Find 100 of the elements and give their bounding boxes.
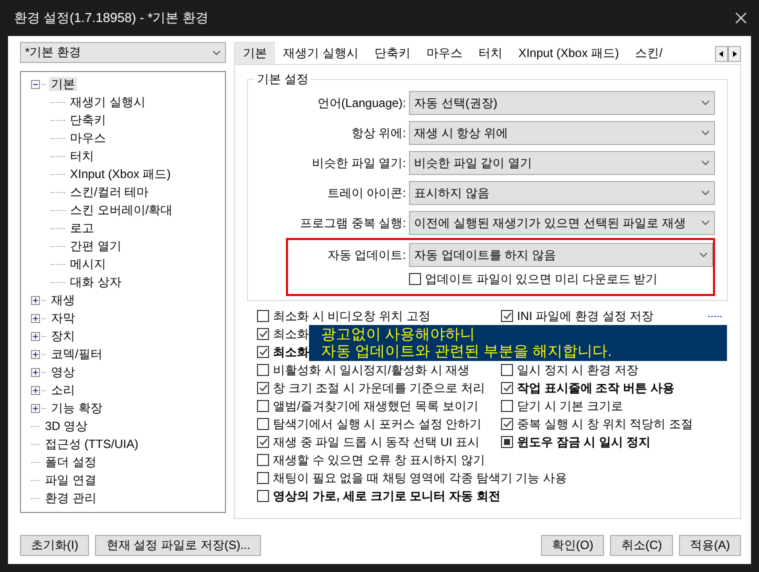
tree-item[interactable]: 기능 확장 [49,400,104,416]
expand-icon[interactable] [31,332,40,340]
tree-item[interactable]: 마우스 [68,130,108,146]
tree-item[interactable]: 장치 [49,328,77,344]
dropdown[interactable]: 이전에 실행된 재생기가 있으면 선택된 파일로 재생 [409,211,715,235]
checkbox[interactable] [257,346,269,358]
checkbox[interactable] [257,436,269,448]
dropdown[interactable]: 비슷한 파일 같이 열기 [409,151,715,175]
profile-dropdown[interactable]: *기본 환경 [20,42,226,63]
checkbox[interactable] [409,273,421,285]
more-icon[interactable] [708,315,722,318]
tab[interactable]: 재생기 실행시 [275,42,366,64]
tree-item[interactable]: 메시지 [68,256,108,272]
checkbox-label: 닫기 시 기본 크기로 [517,398,624,414]
tree-item[interactable]: 코덱/필터 [49,346,104,362]
checkbox-label: 비활성화 시 일시정지/활성화 시 재생 [273,362,470,378]
annotation-text: 자동 업데이트와 관련된 부분을 해지합니다. [321,343,613,360]
chevron-down-icon [701,220,710,226]
scroll-right-button[interactable] [728,46,741,62]
tree-item[interactable]: 3D 영상 [43,418,90,434]
tab[interactable]: 단축키 [366,42,418,64]
tree-item[interactable]: 소리 [49,382,77,398]
expand-icon[interactable] [31,386,40,394]
checkbox-label: 업데이트 파일이 있으면 미리 다운로드 받기 [425,272,658,286]
action-button[interactable]: 초기화(I) [20,535,90,556]
tree-item[interactable]: 간편 열기 [68,238,124,254]
group-title: 기본 설정 [254,72,312,86]
expand-icon[interactable] [31,350,40,358]
checkbox-label: 작업 표시줄에 조작 버튼 사용 [517,380,674,396]
tree-item[interactable]: 터치 [68,148,96,164]
checkbox[interactable] [257,364,269,376]
action-button[interactable]: 현재 설정 파일로 저장(S)... [95,535,262,556]
checkbox-label: 앨범/즐겨찾기에 재생했던 목록 보이기 [273,398,478,414]
chevron-down-icon [701,190,710,196]
checkbox[interactable] [257,400,269,412]
chevron-down-icon [212,50,221,56]
tree-item[interactable]: 환경 관리 [43,490,98,506]
expand-icon[interactable] [31,296,40,304]
tree-item[interactable]: 폴더 설정 [43,454,98,470]
checkbox[interactable] [501,418,513,430]
tab[interactable]: 터치 [470,42,510,64]
dialog-button[interactable]: 확인(O) [541,535,604,556]
tab[interactable]: XInput (Xbox 패드) [510,42,628,64]
checkbox[interactable] [257,418,269,430]
tree-item[interactable]: 파일 연결 [43,472,98,488]
tab[interactable]: 마우스 [418,42,470,64]
checkbox-label: 재생 중 파일 드롭 시 동작 선택 UI 표시 [273,434,480,450]
checkbox[interactable] [257,490,269,502]
dropdown[interactable]: 표시하지 않음 [409,181,715,205]
tree-item[interactable]: 기본 [49,76,77,92]
chevron-down-icon [701,160,710,166]
dropdown[interactable]: 자동 업데이트를 하지 않음 [409,243,713,267]
tree-item[interactable]: 재생 [49,292,77,308]
annotation-text: 광고없이 사용해야하니 [321,326,476,343]
checkbox[interactable] [257,382,269,394]
checkbox-label: 중복 실행 시 창 위치 적당히 조절 [517,416,694,432]
checkbox[interactable] [257,472,269,484]
tree-item[interactable]: 스킨 오버레이/확대 [68,202,175,218]
dropdown[interactable]: 자동 선택(권장) [409,91,715,115]
scroll-left-button[interactable] [715,46,728,62]
tree-item[interactable]: 스킨/컬러 테마 [68,184,151,200]
field-label: 트레이 아이콘: [326,186,406,200]
checkbox-label: 윈도우 잠금 시 일시 정지 [517,434,650,450]
tree-item[interactable]: 영상 [49,364,77,380]
dialog-button[interactable]: 적용(A) [679,535,741,556]
expand-icon[interactable] [31,368,40,376]
tree-item[interactable]: XInput (Xbox 패드) [68,166,173,182]
checkbox-label: 탐색기에서 실행 시 포커스 설정 안하기 [273,416,482,432]
tree-item[interactable]: 접근성 (TTS/UIA) [43,436,140,452]
checkbox[interactable] [257,310,269,322]
dropdown[interactable]: 재생 시 항상 위에 [409,121,715,145]
field-label: 자동 업데이트: [326,248,406,262]
checkbox[interactable] [257,454,269,466]
checkbox[interactable] [501,400,513,412]
checkbox-label: 창 크기 조절 시 가운데를 기준으로 처리 [273,380,486,396]
checkbox[interactable] [501,364,513,376]
checkbox[interactable] [257,328,269,340]
tree-item[interactable]: 자막 [49,310,77,326]
tree-item[interactable]: 재생기 실행시 [68,94,148,110]
checkbox-label: 최소화 [273,344,309,360]
expand-icon[interactable] [31,314,40,322]
tree-item[interactable]: 단축키 [68,112,108,128]
checkbox[interactable] [501,310,513,322]
expand-icon[interactable] [31,404,40,412]
checkbox[interactable] [501,436,513,448]
collapse-icon[interactable] [31,80,40,88]
tab[interactable]: 스킨/ [627,42,670,64]
left-triangle-icon [719,51,724,57]
close-icon[interactable] [735,12,747,24]
checkbox[interactable] [501,382,513,394]
checkbox-label: 영상의 가로, 세로 크기로 모니터 자동 회전 [273,488,500,504]
tree-item[interactable]: 로고 [68,220,96,236]
chevron-down-icon [701,130,710,136]
window-title: 환경 설정(1.7.18958) - *기본 환경 [14,10,208,26]
checkbox-label: INI 파일에 환경 설정 저장 [517,308,654,324]
tree-item[interactable]: 대화 상자 [68,274,124,290]
dialog-button[interactable]: 취소(C) [610,535,673,556]
tab[interactable]: 기본 [234,42,275,64]
checkbox-label: 일시 정지 시 환경 저장 [517,362,638,378]
field-label: 비슷한 파일 열기: [310,156,406,170]
